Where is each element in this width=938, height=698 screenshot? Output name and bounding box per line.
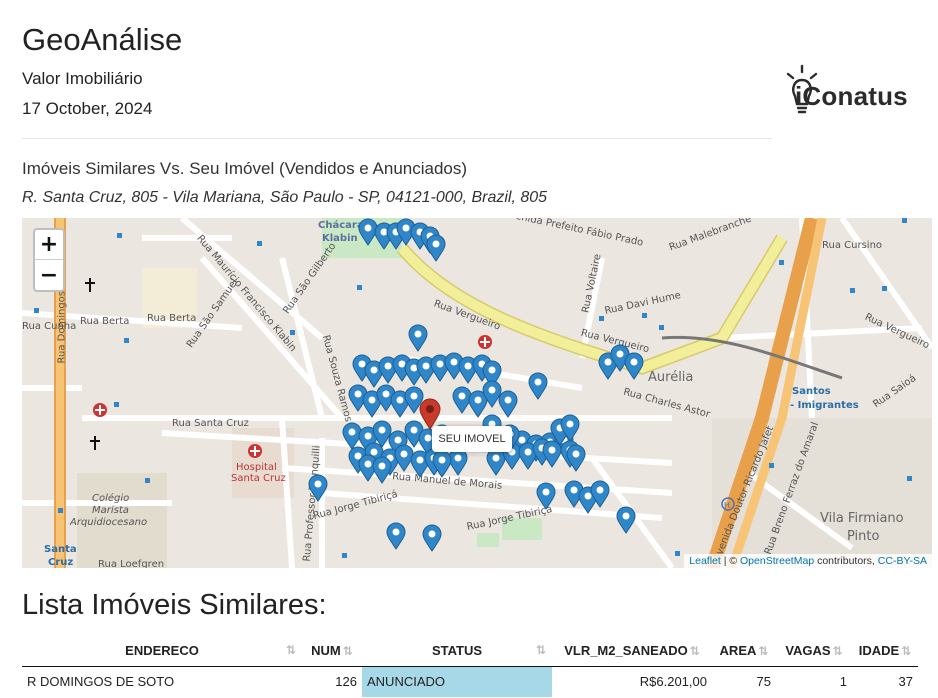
map-label: Arquidiocesano [70,517,148,528]
zoom-control: + − [33,228,65,292]
cell-vlr: R$6.201,00 [639,674,707,690]
map-label: Aurélia [648,370,694,385]
map-view[interactable]: H Chácara Klabin Avenida Prefeito Fábio … [22,218,932,568]
logo-text: iConatus [795,81,908,111]
property-marker[interactable] [560,414,580,442]
col-header-vlr[interactable]: VLR_M2_SANEADO ⇅ [552,636,712,667]
map-label: Cruz [48,557,74,568]
sort-icon: ⇅ [901,644,912,659]
map-label: Marista [92,505,129,516]
cell-area: 75 [756,674,771,690]
map-label: Santa Cruz [231,473,286,484]
map-label: Chácara [318,220,364,231]
sort-icon: ⇅ [689,644,700,659]
attrib-sep: | © [720,555,741,567]
property-marker[interactable] [432,450,452,478]
map-label: Santos [792,386,831,397]
header-divider [22,138,772,139]
property-marker[interactable] [590,480,610,508]
report-date: 17 October, 2024 [22,99,153,118]
property-marker[interactable] [528,372,548,400]
map-address: R. Santa Cruz, 805 - Vila Mariana, São P… [22,189,548,206]
map-label: Rua Santa Cruz [172,418,249,429]
property-marker[interactable] [536,482,556,510]
page-subtitle: Valor Imobiliário [22,69,143,88]
sort-icon: ⇅ [758,644,769,659]
table-row[interactable]: R DOMINGOS DE SOTO 126 ANUNCIADO R$6.201… [22,666,918,697]
cell-idade: 37 [898,674,913,690]
map-label: Colégio [92,493,130,504]
map-label: - Imigrantes [790,400,859,411]
svg-text:H: H [724,501,730,510]
sort-icon: ⇅ [285,643,296,658]
leaflet-link[interactable]: Leaflet [689,555,721,567]
own-property-popup: SEU IMOVEL [432,426,512,452]
property-marker[interactable] [408,324,428,352]
hospital-icon [248,444,262,458]
col-header-status[interactable]: STATUS ⇅ [362,636,552,667]
map-label: Rua Loefgren [98,559,165,568]
list-title: Lista Imóveis Similares: [22,589,327,621]
license-link[interactable]: CC-BY-SA [878,555,927,567]
sort-icon: ⇅ [832,644,843,659]
col-header-endereco[interactable]: ENDERECO ⇅ [22,636,302,667]
map-label: Rua Berta [147,313,197,324]
property-marker[interactable] [542,440,562,468]
zoom-in-button[interactable]: + [35,230,63,260]
property-marker[interactable] [308,474,328,502]
map-label: Hospital [236,462,277,473]
map-label: Pinto [847,529,880,544]
col-header-idade[interactable]: IDADE ⇅ [852,636,918,667]
col-header-num[interactable]: NUM ⇅ [302,636,362,667]
map-label: Rua Berta [80,316,130,327]
property-marker[interactable] [386,522,406,550]
map-label: Rua Cunha [22,321,77,332]
cell-num: 126 [335,674,357,690]
cell-vagas: 1 [839,674,847,690]
attrib-contrib: contributors, [814,555,878,567]
map-label: Vila Firmiano [820,511,904,526]
osm-link[interactable]: OpenStreetMap [740,555,814,567]
hospital-icon [93,403,107,417]
similar-properties-table: ENDERECO ⇅ NUM ⇅ STATUS ⇅ VLR_M2_SANEADO ⇅ A… [22,636,918,697]
map-label: Rua Cursino [822,240,883,251]
zoom-out-button[interactable]: − [35,260,63,290]
property-marker[interactable] [624,352,644,380]
iconatus-logo: iConatus [782,64,922,124]
property-marker[interactable] [566,444,586,472]
map-label: Santa [44,544,77,555]
property-marker[interactable] [426,234,446,262]
cell-status: ANUNCIADO [362,666,552,697]
property-marker[interactable] [372,456,392,484]
hospital-icon [478,335,492,349]
sort-icon: ⇅ [535,643,546,658]
property-marker[interactable] [422,524,442,552]
col-header-vagas[interactable]: VAGAS ⇅ [776,636,852,667]
property-marker[interactable] [616,506,636,534]
map-attribution: Leaflet | © OpenStreetMap contributors, … [684,554,932,568]
map-heading: Imóveis Similares Vs. Seu Imóvel (Vendid… [22,159,468,178]
park-area [477,533,499,547]
col-header-area[interactable]: AREA ⇅ [712,636,776,667]
sort-icon: ⇅ [342,644,353,659]
cell-endereco: R DOMINGOS DE SOTO [27,674,175,690]
page-title: GeoAnálise [22,22,183,57]
